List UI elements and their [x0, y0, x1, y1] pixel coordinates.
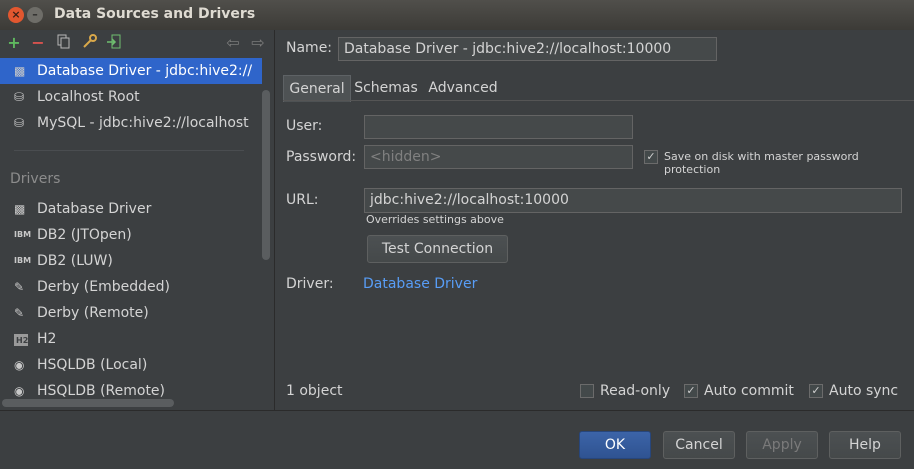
help-button[interactable]: Help — [829, 431, 901, 459]
driver-settings-icon[interactable] — [82, 34, 98, 52]
driver-item[interactable]: IBM DB2 (JTOpen) — [0, 222, 262, 248]
driver-item[interactable]: IBM DB2 (LUW) — [0, 248, 262, 274]
remove-icon[interactable]: − — [30, 34, 46, 52]
tab-schemas[interactable]: Schemas — [351, 75, 421, 101]
drivers-header: Drivers — [10, 171, 61, 187]
driver-label: H2 — [37, 331, 57, 347]
driver-label: DB2 (LUW) — [37, 253, 113, 269]
url-field[interactable]: jdbc:hive2://localhost:10000 — [364, 188, 902, 213]
vertical-scrollbar[interactable] — [262, 90, 270, 260]
driver-label: Derby (Embedded) — [37, 279, 170, 295]
driver-label: Driver: — [286, 276, 334, 292]
copy-icon[interactable] — [56, 34, 72, 52]
database-driver-icon: ▩ — [14, 202, 26, 216]
add-icon[interactable]: + — [6, 34, 22, 52]
save-on-disk-checkbox[interactable]: ✓ — [644, 150, 658, 164]
password-field[interactable]: <hidden> — [364, 145, 633, 169]
footer-divider — [0, 410, 914, 411]
data-source-item[interactable]: ▩ Database Driver - jdbc:hive2:// — [0, 58, 262, 84]
mysql-icon: ⛁ — [14, 90, 25, 104]
user-label: User: — [286, 118, 323, 134]
import-icon[interactable] — [106, 34, 122, 52]
url-label: URL: — [286, 192, 319, 208]
apply-button[interactable]: Apply — [746, 431, 818, 459]
window-title: Data Sources and Drivers — [54, 6, 256, 22]
driver-label: Derby (Remote) — [37, 305, 149, 321]
horizontal-scrollbar[interactable] — [2, 399, 174, 407]
title-bar: × – Data Sources and Drivers — [0, 0, 914, 30]
data-source-label: Localhost Root — [37, 89, 140, 105]
derby-icon: ✎ — [14, 280, 25, 294]
driver-item[interactable]: H2 H2 — [0, 326, 262, 352]
tab-advanced[interactable]: Advanced — [423, 75, 503, 101]
driver-link[interactable]: Database Driver — [363, 276, 477, 292]
driver-label: Database Driver — [37, 201, 152, 217]
read-only-label: Read-only — [600, 383, 671, 399]
auto-commit-label: Auto commit — [704, 383, 794, 399]
driver-label: HSQLDB (Local) — [37, 357, 148, 373]
svg-text:H2: H2 — [16, 336, 28, 345]
name-label: Name: — [286, 40, 333, 56]
test-connection-button[interactable]: Test Connection — [367, 235, 508, 263]
back-icon[interactable]: ⇦ — [225, 34, 241, 52]
section-divider — [14, 150, 244, 151]
tab-general[interactable]: General — [283, 75, 351, 102]
user-field[interactable] — [364, 115, 633, 139]
driver-item[interactable]: ▩ Database Driver — [0, 196, 262, 222]
auto-sync-label: Auto sync — [829, 383, 899, 399]
cancel-button[interactable]: Cancel — [663, 431, 735, 459]
pane-divider[interactable] — [274, 30, 275, 410]
read-only-checkbox[interactable] — [580, 384, 594, 398]
close-window-button[interactable]: × — [8, 7, 24, 23]
save-on-disk-label: Save on disk with master password protec… — [664, 150, 859, 176]
minimize-window-button[interactable]: – — [27, 7, 43, 23]
auto-sync-checkbox[interactable]: ✓ — [809, 384, 823, 398]
password-label: Password: — [286, 149, 357, 165]
forward-icon[interactable]: ⇨ — [250, 34, 266, 52]
data-source-item[interactable]: ⛁ MySQL - jdbc:hive2://localhost — [0, 110, 262, 136]
data-source-item[interactable]: ⛁ Localhost Root — [0, 84, 262, 110]
database-driver-icon: ▩ — [14, 64, 26, 78]
name-field[interactable]: Database Driver - jdbc:hive2://localhost… — [338, 37, 717, 61]
h2-icon: H2 — [14, 326, 30, 352]
ibm-icon: IBM — [14, 256, 32, 265]
hsqldb-icon: ◉ — [14, 358, 25, 372]
auto-commit-checkbox[interactable]: ✓ — [684, 384, 698, 398]
mysql-icon: ⛁ — [14, 116, 25, 130]
driver-item[interactable]: ◉ HSQLDB (Local) — [0, 352, 262, 378]
object-count: 1 object — [286, 383, 343, 399]
driver-item[interactable]: ✎ Derby (Embedded) — [0, 274, 262, 300]
data-sources-panel: + − ⇦ ⇨ ▩ Database Driver - jdbc:hive2:/… — [0, 30, 274, 410]
driver-item[interactable]: ✎ Derby (Remote) — [0, 300, 262, 326]
derby-icon: ✎ — [14, 306, 25, 320]
data-source-label: Database Driver - jdbc:hive2:// — [37, 63, 253, 79]
url-note: Overrides settings above — [366, 213, 504, 226]
ok-button[interactable]: OK — [579, 431, 651, 459]
tab-underline — [283, 100, 914, 101]
driver-label: DB2 (JTOpen) — [37, 227, 132, 243]
data-source-label: MySQL - jdbc:hive2://localhost — [37, 115, 249, 131]
ibm-icon: IBM — [14, 230, 32, 239]
